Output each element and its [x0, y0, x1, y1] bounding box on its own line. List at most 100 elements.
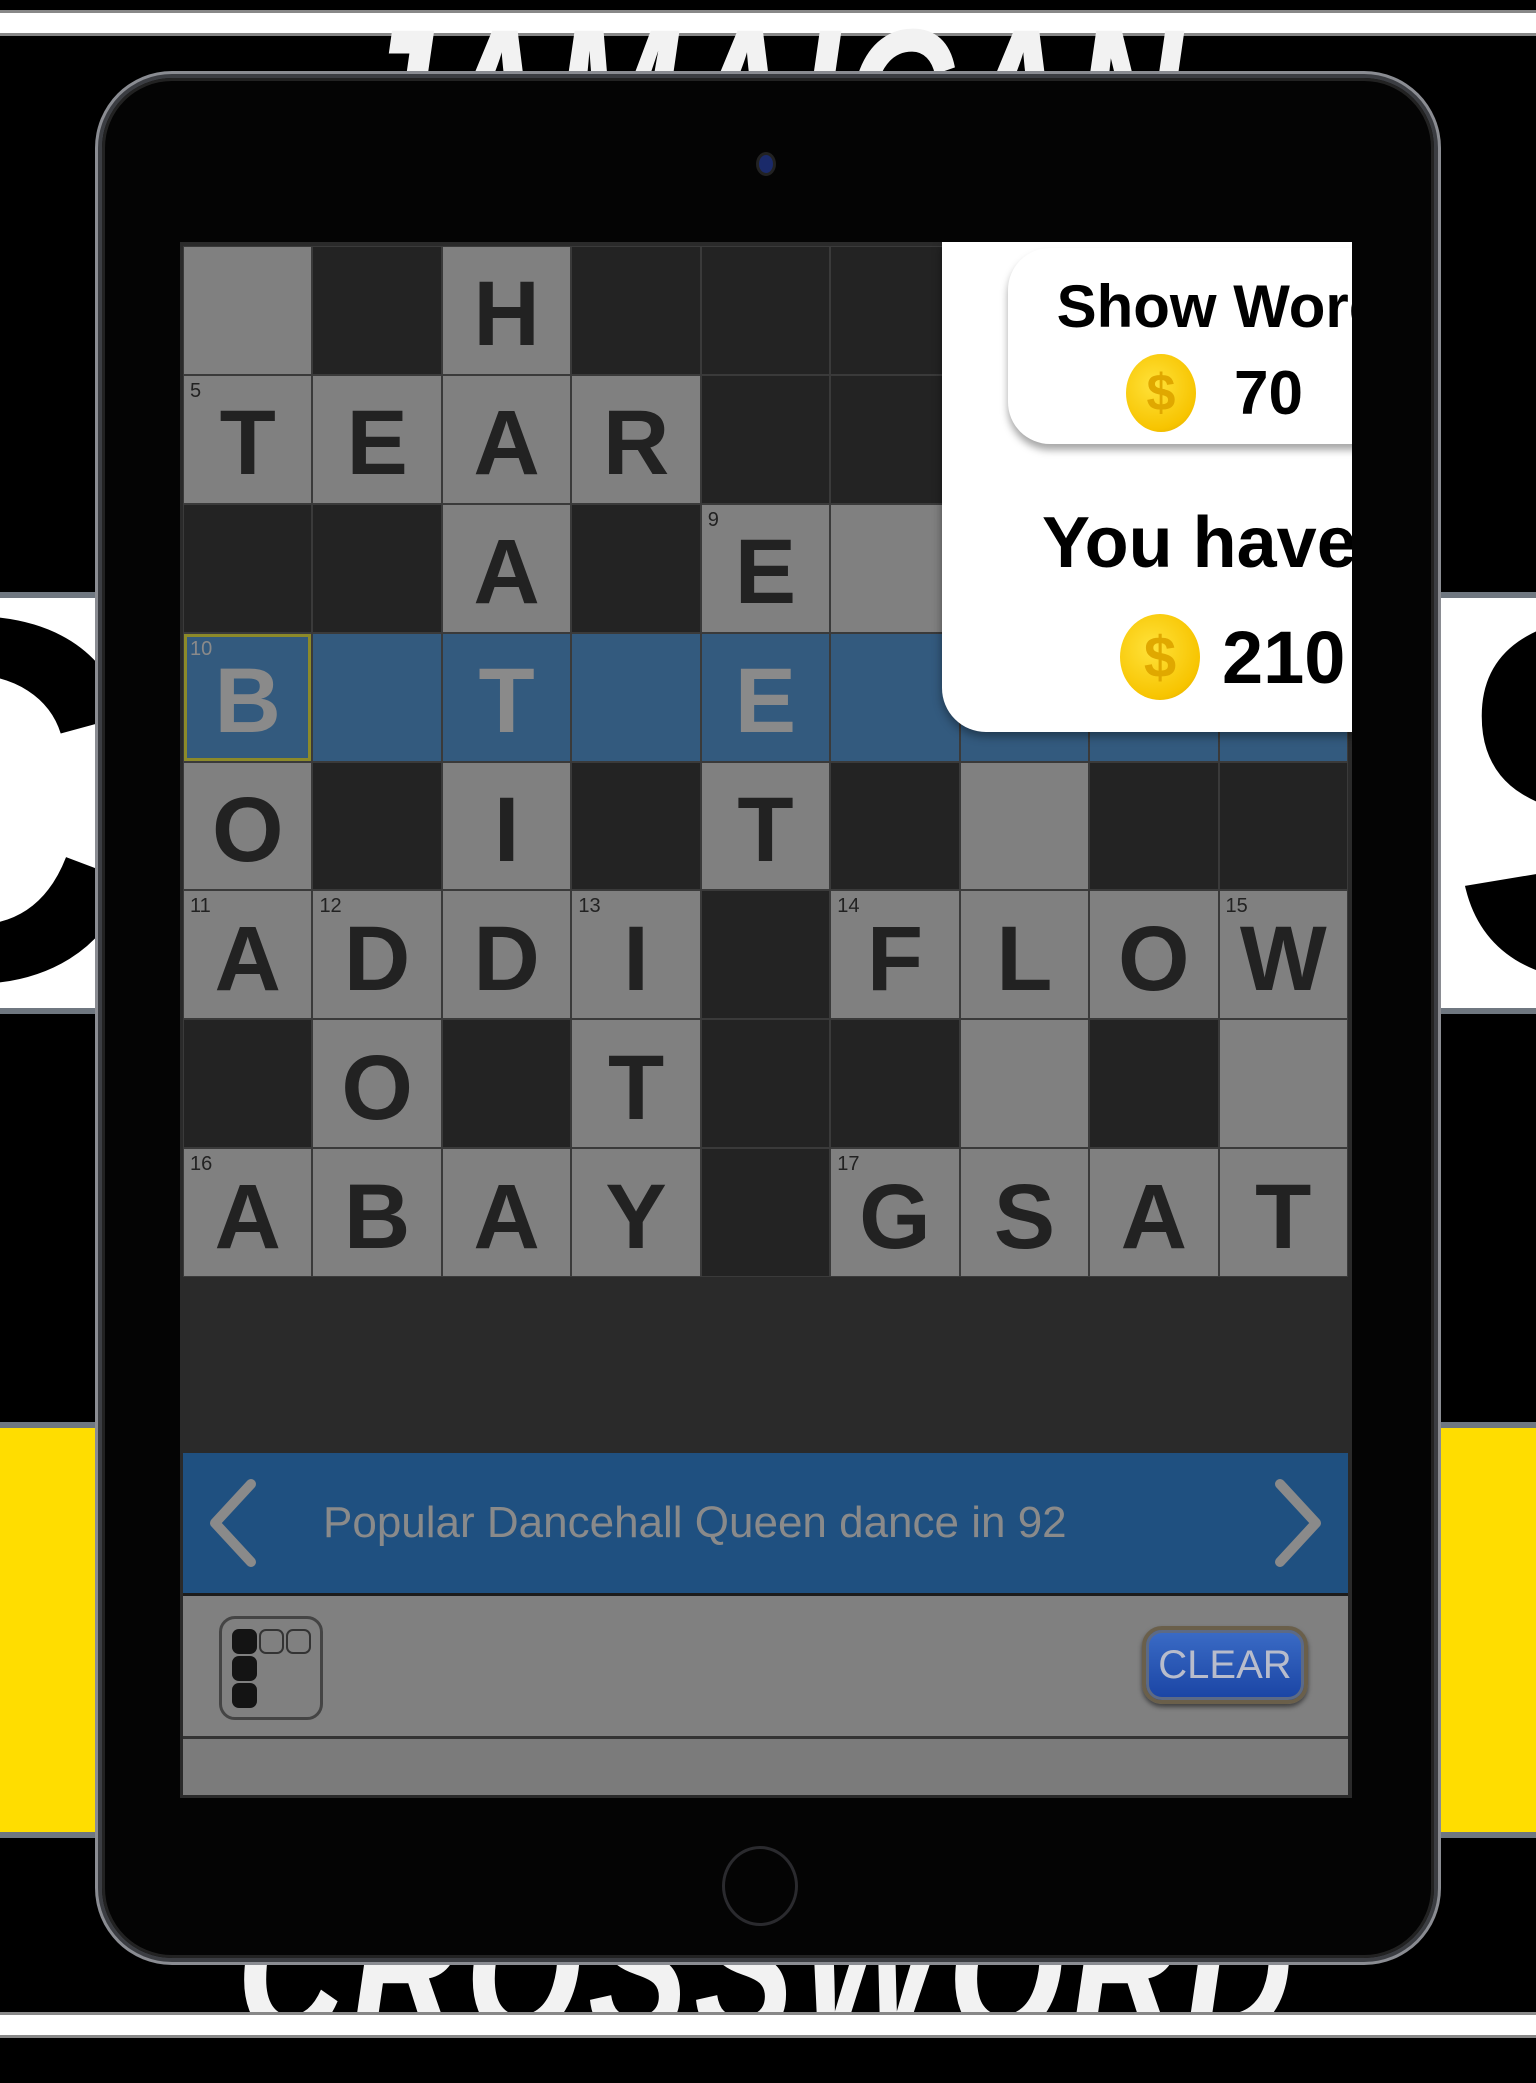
show-word-button[interactable]: Show Word $ 70	[1008, 248, 1352, 444]
grid-cell[interactable]	[571, 632, 701, 762]
cell-letter: A	[473, 521, 540, 624]
grid-cell[interactable]: A	[441, 374, 572, 504]
grid-cell[interactable]: E	[312, 374, 442, 504]
grid-cell-blocked	[183, 503, 313, 633]
poster-glyph-right: S	[1450, 540, 1536, 1060]
grid-cell[interactable]	[312, 632, 442, 762]
cell-number: 10	[190, 637, 213, 660]
grid-cell[interactable]: 17 G	[830, 1148, 960, 1277]
show-word-cost-row: $ 70	[1126, 354, 1303, 432]
grid-cell[interactable]: T	[1218, 1148, 1348, 1277]
grid-cell-blocked	[830, 246, 960, 375]
cell-letter: E	[734, 650, 797, 753]
cell-letter: S	[993, 1165, 1056, 1268]
grid-cell[interactable]: R	[571, 374, 701, 504]
cell-number: 15	[1225, 895, 1248, 918]
grid-layout-icon	[232, 1656, 257, 1681]
cell-number: 16	[190, 1153, 213, 1176]
cell-letter: G	[859, 1165, 931, 1268]
grid-layout-icon	[232, 1629, 257, 1654]
grid-layout-icon	[286, 1629, 311, 1654]
grid-cell[interactable]	[959, 761, 1090, 891]
grid-cell[interactable]: H	[441, 246, 572, 375]
grid-cell[interactable]: I	[441, 761, 572, 891]
grid-layout-icon	[259, 1629, 284, 1654]
grid-cell[interactable]: A	[1089, 1148, 1219, 1277]
chevron-left-icon	[210, 1479, 256, 1567]
grid-cell[interactable]	[830, 503, 960, 633]
grid-cell[interactable]	[959, 1019, 1090, 1149]
grid-cell[interactable]: O	[1089, 890, 1219, 1020]
clue-bar: Popular Dancehall Queen dance in 92	[183, 1453, 1348, 1596]
coin-balance: 210	[1222, 615, 1346, 699]
bottom-strip	[183, 1739, 1348, 1795]
cell-letter: B	[343, 1165, 411, 1268]
cell-number: 13	[578, 895, 601, 918]
grid-cell[interactable]: 15 W	[1218, 890, 1348, 1020]
home-button[interactable]	[722, 1846, 798, 1926]
grid-cell-blocked	[830, 374, 960, 504]
grid-cell[interactable]: B	[312, 1148, 442, 1277]
grid-cell-selected[interactable]: 10 B	[183, 632, 313, 762]
grid-cell[interactable]: 16 A	[183, 1148, 313, 1277]
cell-letter: H	[473, 263, 540, 366]
cell-letter: B	[214, 650, 281, 753]
grid-cell[interactable]: 11 A	[183, 890, 313, 1020]
grid-cell[interactable]	[183, 246, 313, 375]
clear-button[interactable]: CLEAR	[1142, 1626, 1308, 1704]
grid-cell-blocked	[312, 246, 442, 375]
grid-cell-blocked	[312, 761, 442, 891]
grid-cell-blocked	[1218, 761, 1348, 891]
cell-letter: O	[341, 1036, 413, 1139]
grid-cell[interactable]: L	[959, 890, 1090, 1020]
cell-number: 9	[707, 508, 719, 531]
grid-cell-blocked	[830, 1019, 960, 1149]
previous-clue-button[interactable]	[183, 1453, 283, 1593]
grid-cell[interactable]: E	[700, 632, 831, 762]
cell-letter: Y	[605, 1165, 667, 1268]
grid-cell-blocked	[700, 1148, 831, 1277]
cell-letter: A	[1120, 1165, 1188, 1268]
next-clue-button[interactable]	[1248, 1453, 1348, 1593]
grid-cell-blocked	[700, 890, 831, 1020]
grid-cell[interactable]: O	[183, 761, 313, 891]
cell-letter: I	[493, 778, 520, 881]
grid-cell[interactable]: A	[441, 1148, 572, 1277]
grid-cell[interactable]: T	[441, 632, 572, 762]
grid-cell-blocked	[441, 1019, 572, 1149]
grid-cell[interactable]	[830, 632, 960, 762]
cell-letter: I	[623, 907, 649, 1010]
grid-cell[interactable]: A	[441, 503, 572, 633]
chevron-right-icon	[1275, 1479, 1321, 1567]
grid-cell-blocked	[1089, 1019, 1219, 1149]
cell-number: 11	[190, 895, 211, 918]
grid-cell[interactable]: D	[441, 890, 572, 1020]
grid-layout-button[interactable]	[219, 1616, 323, 1720]
grid-cell[interactable]: 9E	[700, 503, 831, 633]
cell-letter: A	[214, 907, 281, 1010]
grid-cell[interactable]: T	[700, 761, 831, 891]
grid-cell[interactable]: Y	[571, 1148, 701, 1277]
cell-number: 17	[837, 1153, 860, 1176]
grid-cell-blocked	[571, 761, 701, 891]
grid-cell[interactable]: 5T	[183, 374, 313, 504]
grid-cell[interactable]	[1218, 1019, 1348, 1149]
cell-letter: O	[211, 778, 284, 881]
grid-cell-blocked	[830, 761, 960, 891]
poster-bottom-line	[0, 2012, 1536, 2038]
grid-cell[interactable]: 13 I	[571, 890, 701, 1020]
grid-cell[interactable]: T	[571, 1019, 701, 1149]
grid-cell[interactable]: 12 D	[312, 890, 442, 1020]
show-word-cost: 70	[1234, 358, 1303, 428]
grid-cell-blocked	[700, 374, 831, 504]
balance-row: $ 210	[1120, 614, 1345, 700]
cell-letter: E	[346, 392, 408, 495]
cell-letter: T	[737, 778, 794, 881]
grid-cell[interactable]: O	[312, 1019, 442, 1149]
grid-cell[interactable]: 14 F	[830, 890, 960, 1020]
grid-cell-blocked	[312, 503, 442, 633]
cell-letter: W	[1239, 907, 1327, 1010]
cell-letter: A	[473, 1165, 540, 1268]
show-word-label: Show Word	[1056, 273, 1352, 340]
grid-cell[interactable]: S	[959, 1148, 1090, 1277]
